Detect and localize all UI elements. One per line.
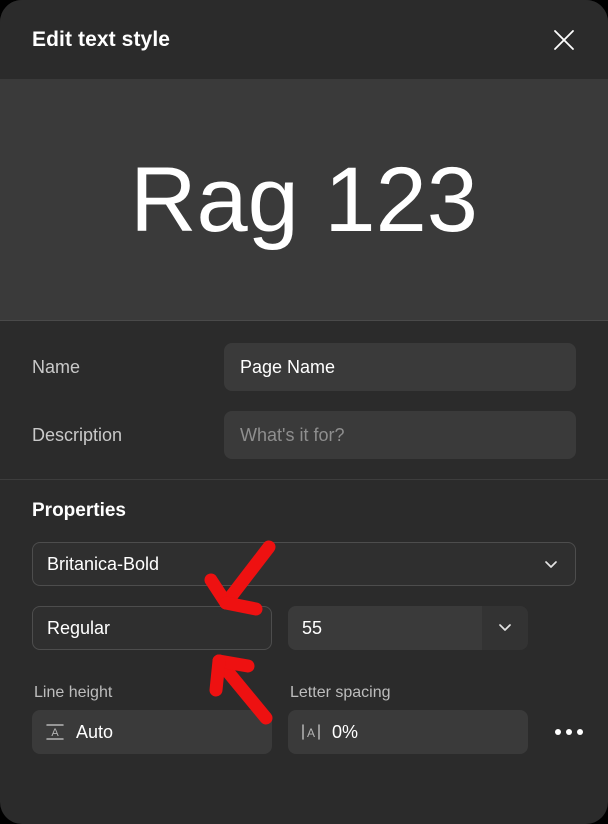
- close-button[interactable]: [542, 18, 586, 62]
- line-height-label-wrap: Line height: [32, 670, 272, 710]
- letter-spacing-label: Letter spacing: [290, 684, 391, 701]
- letter-spacing-input[interactable]: [332, 721, 516, 743]
- spacing-labels-row: Line height Letter spacing: [32, 670, 576, 710]
- close-icon: [551, 27, 577, 53]
- font-weight-value: Regular: [47, 617, 111, 638]
- font-weight-column: Regular: [32, 606, 272, 650]
- font-size-field: [288, 606, 528, 650]
- letter-spacing-label-wrap: Letter spacing: [288, 670, 528, 710]
- description-field-row: Description: [32, 411, 576, 459]
- line-height-input[interactable]: [76, 721, 260, 743]
- name-field-row: Name: [32, 343, 576, 391]
- weight-size-row: Regular: [32, 606, 576, 650]
- more-horizontal-icon-dot: [555, 729, 561, 735]
- font-size-dropdown-button[interactable]: [482, 606, 528, 650]
- line-height-field[interactable]: A: [32, 710, 272, 754]
- letter-spacing-icon: A: [300, 722, 322, 742]
- preview-sample-text: Rag 123: [130, 148, 478, 251]
- properties-section: Properties Britanica-Bold Regular 55 Lin…: [0, 480, 608, 754]
- more-options-button[interactable]: [544, 710, 594, 754]
- chevron-down-icon: [498, 619, 512, 637]
- spacing-inputs-row: A A: [32, 710, 583, 754]
- font-family-value: Britanica-Bold: [47, 553, 160, 574]
- name-input[interactable]: [224, 343, 576, 391]
- text-style-preview: Rag 123: [0, 79, 608, 321]
- style-meta-form: Name Description: [0, 321, 608, 480]
- font-size-column: [288, 606, 528, 650]
- line-height-label: Line height: [34, 684, 113, 701]
- svg-text:A: A: [51, 727, 59, 739]
- properties-heading: Properties: [32, 500, 126, 521]
- letter-spacing-field[interactable]: A: [288, 710, 528, 754]
- more-horizontal-icon-dot: [577, 729, 583, 735]
- name-label: Name: [32, 356, 81, 377]
- description-label: Description: [32, 424, 123, 445]
- page-title: Edit text style: [32, 27, 171, 51]
- line-height-icon: A: [44, 722, 66, 742]
- description-input[interactable]: [224, 411, 576, 459]
- font-size-input[interactable]: [302, 617, 468, 639]
- panel-header: Edit text style: [0, 0, 608, 79]
- svg-text:A: A: [307, 726, 315, 740]
- font-size-input-area[interactable]: [288, 606, 482, 650]
- font-weight-select[interactable]: Regular: [32, 606, 272, 650]
- more-horizontal-icon-dot: [566, 729, 572, 735]
- line-height-column: A: [32, 710, 272, 754]
- letter-spacing-column: A: [288, 710, 528, 754]
- font-family-select[interactable]: Britanica-Bold: [32, 542, 576, 586]
- chevron-down-icon: [541, 560, 561, 569]
- edit-text-style-panel: Edit text style Rag 123 Name Description…: [0, 0, 608, 824]
